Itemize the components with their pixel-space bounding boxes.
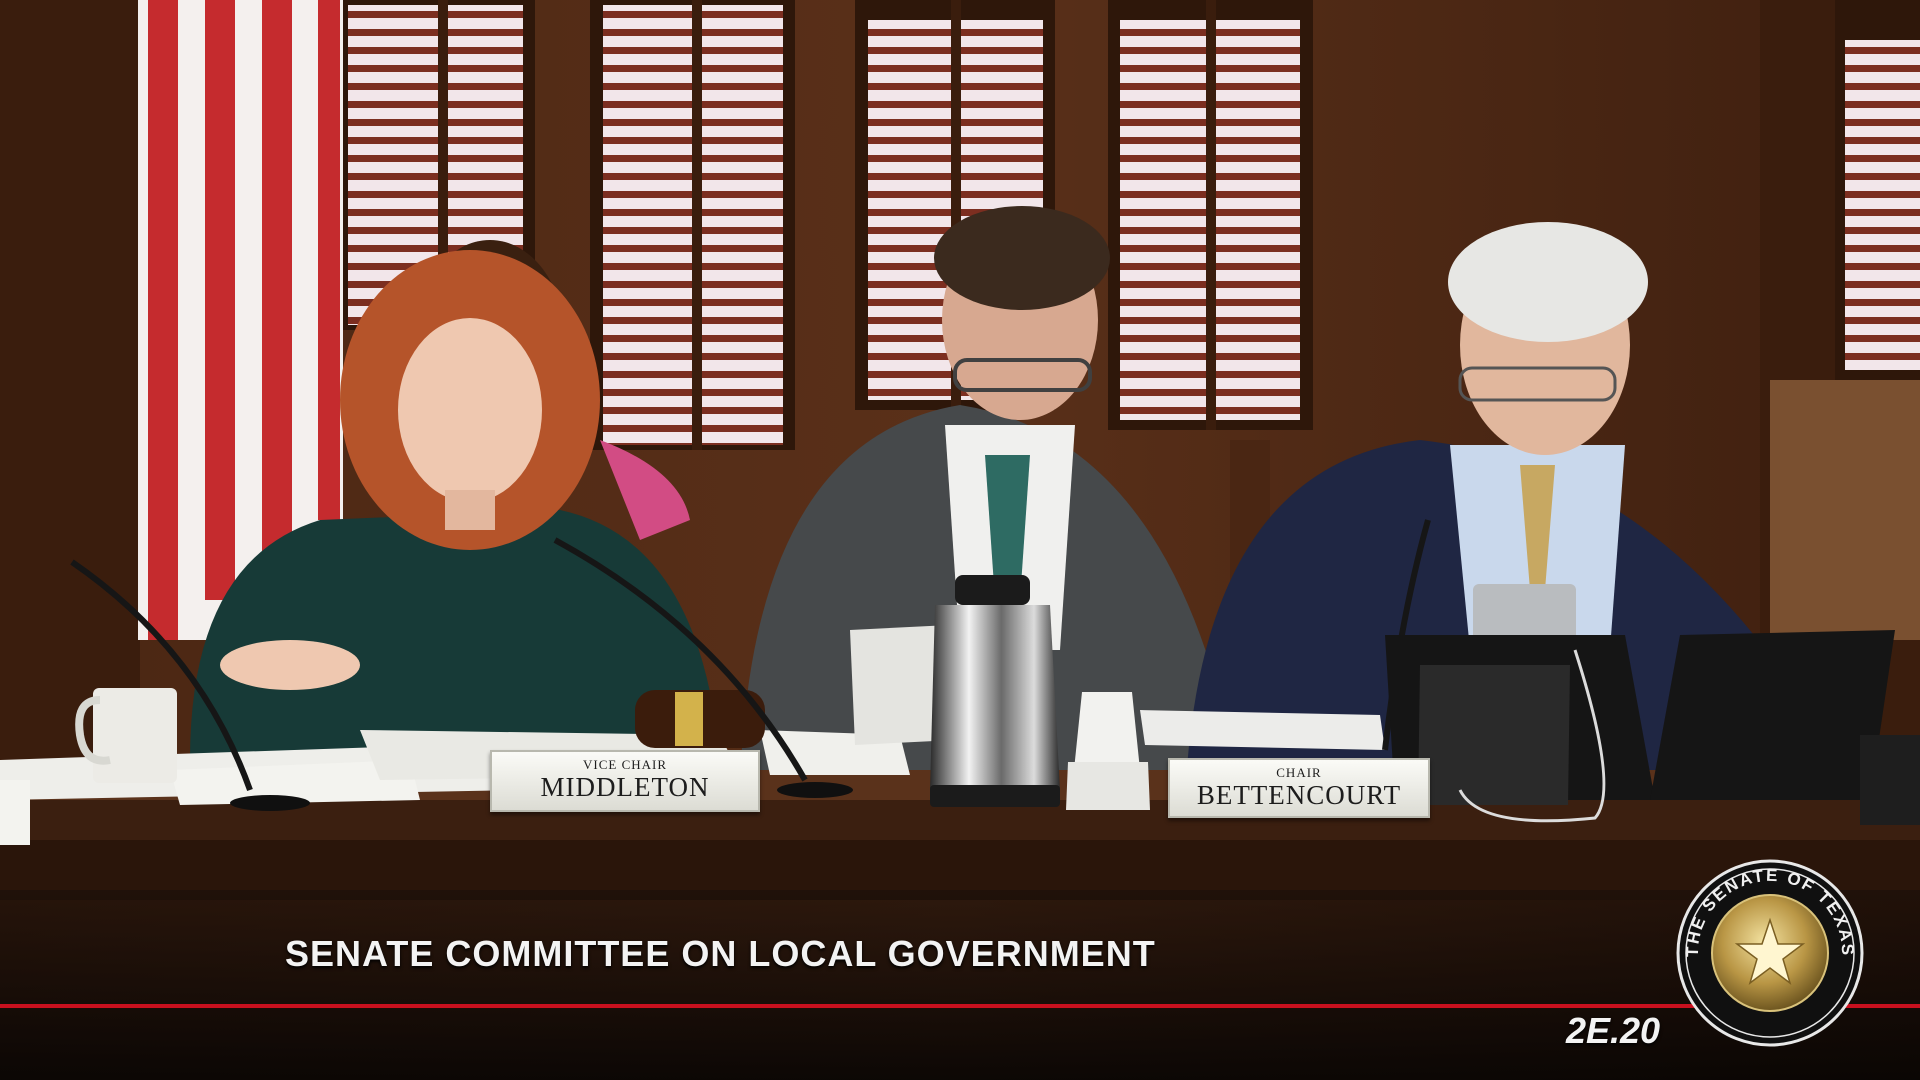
video-frame: VICE CHAIR MIDDLETON CHAIR BETTENCOURT S… xyxy=(0,0,1920,1080)
nameplate-name: MIDDLETON xyxy=(540,772,710,802)
nameplate-title: CHAIR xyxy=(1276,765,1322,780)
nameplate-name: BETTENCOURT xyxy=(1196,780,1402,810)
chair-nameplate: CHAIR BETTENCOURT xyxy=(1168,758,1430,818)
vice-chair-nameplate: VICE CHAIR MIDDLETON xyxy=(490,750,760,812)
room-code: 2E.20 xyxy=(1566,1010,1661,1051)
nameplate-title: VICE CHAIR xyxy=(582,757,668,772)
gavel xyxy=(635,690,765,748)
caption-accent-line xyxy=(0,1004,1920,1008)
coffee-carafe xyxy=(930,575,1060,807)
texas-senate-seal-icon: THE SENATE OF TEXAS xyxy=(1676,859,1864,1047)
broadcast-caption: SENATE COMMITTEE ON LOCAL GOVERNMENT xyxy=(285,933,1156,974)
coffee-mug xyxy=(75,688,177,783)
